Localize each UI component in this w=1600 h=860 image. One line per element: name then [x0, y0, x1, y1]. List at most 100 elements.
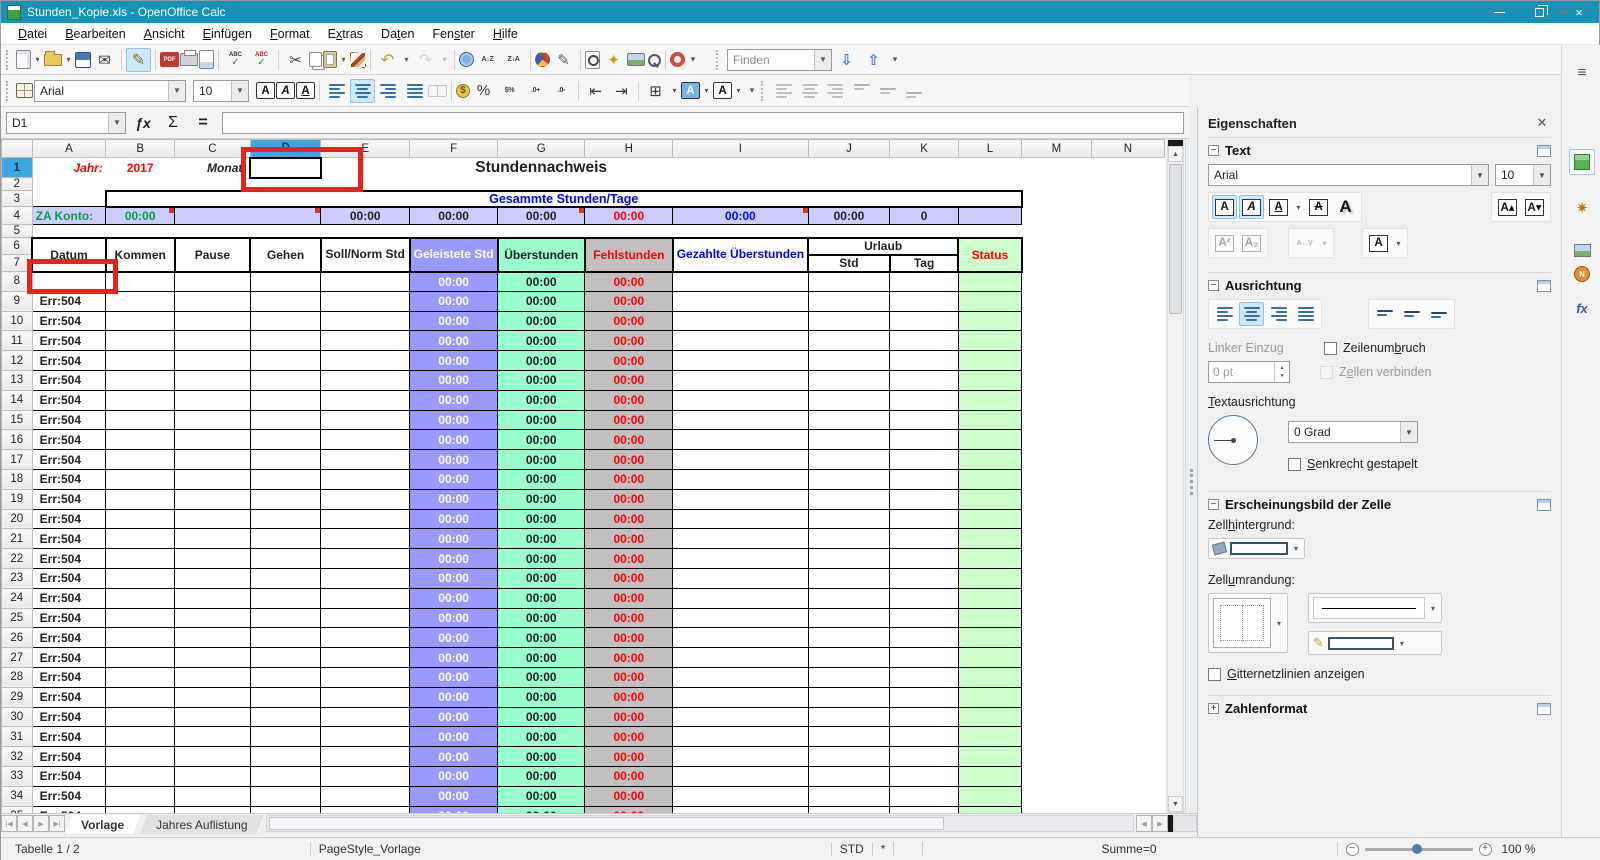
align-bottom-button[interactable] — [1426, 302, 1451, 326]
cell-N17[interactable] — [1091, 450, 1164, 470]
previous-sheet-button[interactable]: ◀ — [17, 815, 33, 832]
cell-L20[interactable] — [958, 509, 1021, 529]
cell-J11[interactable] — [808, 331, 890, 351]
row-header-27[interactable]: 27 — [2, 648, 33, 668]
cell-A26[interactable]: Err:504 — [32, 628, 106, 648]
cell-C13[interactable] — [175, 370, 251, 390]
cell-N15[interactable] — [1091, 410, 1164, 430]
cell-N35[interactable] — [1091, 806, 1164, 813]
cell-E8[interactable] — [321, 272, 410, 292]
cell-D31[interactable] — [250, 727, 320, 747]
cell-D16[interactable] — [250, 430, 320, 450]
cell-A10[interactable]: Err:504 — [32, 311, 106, 331]
cell-N16[interactable] — [1091, 430, 1164, 450]
cell-L12[interactable] — [958, 351, 1021, 371]
cell-K4[interactable]: 0 — [890, 207, 958, 225]
help-icon[interactable] — [670, 52, 685, 67]
background-dropdown-icon[interactable]: ▾ — [1292, 544, 1300, 553]
cell-H21[interactable]: 00:00 — [585, 529, 673, 549]
cell-B18[interactable] — [106, 469, 175, 489]
standard-format-icon[interactable]: $% — [497, 79, 522, 103]
sidebar-align-center-button[interactable] — [1239, 302, 1264, 326]
cell-A18[interactable]: Err:504 — [32, 469, 106, 489]
cell-J25[interactable] — [808, 608, 890, 628]
sort-ascending-icon[interactable]: A↓Z — [475, 48, 500, 72]
cell-A28[interactable]: Err:504 — [32, 667, 106, 687]
cell-G21[interactable]: 00:00 — [498, 529, 585, 549]
undo-icon[interactable]: ↶ — [375, 48, 400, 72]
cell-A33[interactable]: Err:504 — [32, 766, 106, 786]
sidebar-tab-styles[interactable]: ✷ — [1569, 195, 1595, 221]
sidebar-strikethrough-button[interactable]: A — [1306, 195, 1331, 219]
cell-I21[interactable] — [673, 529, 808, 549]
cell-M30[interactable] — [1022, 707, 1092, 727]
new-document-dropdown-icon[interactable]: ▾ — [32, 48, 43, 72]
cell-H22[interactable]: 00:00 — [585, 549, 673, 569]
cell-K19[interactable] — [890, 489, 958, 509]
cell-H24[interactable]: 00:00 — [585, 588, 673, 608]
cell-A3[interactable] — [32, 191, 106, 207]
cell-I1[interactable] — [673, 158, 808, 178]
cell-D20[interactable] — [250, 509, 320, 529]
cell-L18[interactable] — [958, 469, 1021, 489]
cell-B19[interactable] — [106, 489, 175, 509]
line-style-button[interactable]: ▾ — [1308, 593, 1442, 623]
cell-D29[interactable] — [250, 687, 320, 707]
cell-H4[interactable]: 00:00 — [585, 207, 673, 225]
cell-D30[interactable] — [250, 707, 320, 727]
cell-G11[interactable]: 00:00 — [498, 331, 585, 351]
cell-I26[interactable] — [673, 628, 808, 648]
menu-datei[interactable]: Datei — [9, 25, 56, 43]
cell-M19[interactable] — [1022, 489, 1092, 509]
cell-I34[interactable] — [673, 786, 808, 806]
formula-input[interactable] — [222, 112, 1184, 134]
cell-E4[interactable]: 00:00 — [321, 207, 410, 225]
cell-B33[interactable] — [106, 766, 175, 786]
cell-N23[interactable] — [1091, 568, 1164, 588]
cell-I4[interactable]: 00:00 — [673, 207, 808, 225]
cell-K8[interactable] — [890, 272, 958, 292]
menu-extras[interactable]: Extras — [319, 25, 372, 43]
cell-E21[interactable] — [321, 529, 410, 549]
cell-G5[interactable] — [498, 225, 585, 238]
cell-M31[interactable] — [1022, 727, 1092, 747]
cell-C1[interactable]: Monat: — [175, 158, 251, 178]
cell-G28[interactable]: 00:00 — [498, 667, 585, 687]
cell-G16[interactable]: 00:00 — [498, 430, 585, 450]
cell-I32[interactable] — [673, 747, 808, 767]
sidebar-splitter[interactable] — [1185, 139, 1197, 813]
zoom-out-icon[interactable]: − — [1346, 843, 1359, 856]
column-header-F[interactable]: F — [410, 140, 498, 158]
cell-D21[interactable] — [250, 529, 320, 549]
cell-A34[interactable]: Err:504 — [32, 786, 106, 806]
cell-N11[interactable] — [1091, 331, 1164, 351]
menu-ansicht[interactable]: Ansicht — [135, 25, 194, 43]
row-header-15[interactable]: 15 — [2, 410, 33, 430]
cell-M5[interactable] — [1022, 225, 1092, 238]
cell-K27[interactable] — [890, 648, 958, 668]
cell-B14[interactable] — [106, 390, 175, 410]
cell-E17[interactable] — [321, 450, 410, 470]
bold-icon[interactable]: A — [256, 82, 275, 99]
cell-G18[interactable]: 00:00 — [498, 469, 585, 489]
cell-K31[interactable] — [890, 727, 958, 747]
column-header-N[interactable]: N — [1091, 140, 1164, 158]
cell-L6[interactable]: Status — [958, 238, 1021, 272]
cell-J6[interactable]: Urlaub — [808, 238, 958, 255]
cell-D35[interactable] — [250, 806, 320, 813]
cell-G12[interactable]: 00:00 — [498, 351, 585, 371]
cell-B10[interactable] — [106, 311, 175, 331]
delete-decimal-place-icon[interactable]: .0- — [549, 79, 574, 103]
cell-M25[interactable] — [1022, 608, 1092, 628]
cell-E32[interactable] — [321, 747, 410, 767]
cell-I19[interactable] — [673, 489, 808, 509]
cell-C19[interactable] — [175, 489, 251, 509]
cell-E16[interactable] — [321, 430, 410, 450]
cell-I29[interactable] — [673, 687, 808, 707]
cell-I13[interactable] — [673, 370, 808, 390]
cell-G22[interactable]: 00:00 — [498, 549, 585, 569]
horizontal-scrollbar[interactable] — [266, 815, 1134, 832]
cell-D19[interactable] — [250, 489, 320, 509]
row-header-28[interactable]: 28 — [2, 667, 33, 687]
cell-B35[interactable] — [106, 806, 175, 813]
